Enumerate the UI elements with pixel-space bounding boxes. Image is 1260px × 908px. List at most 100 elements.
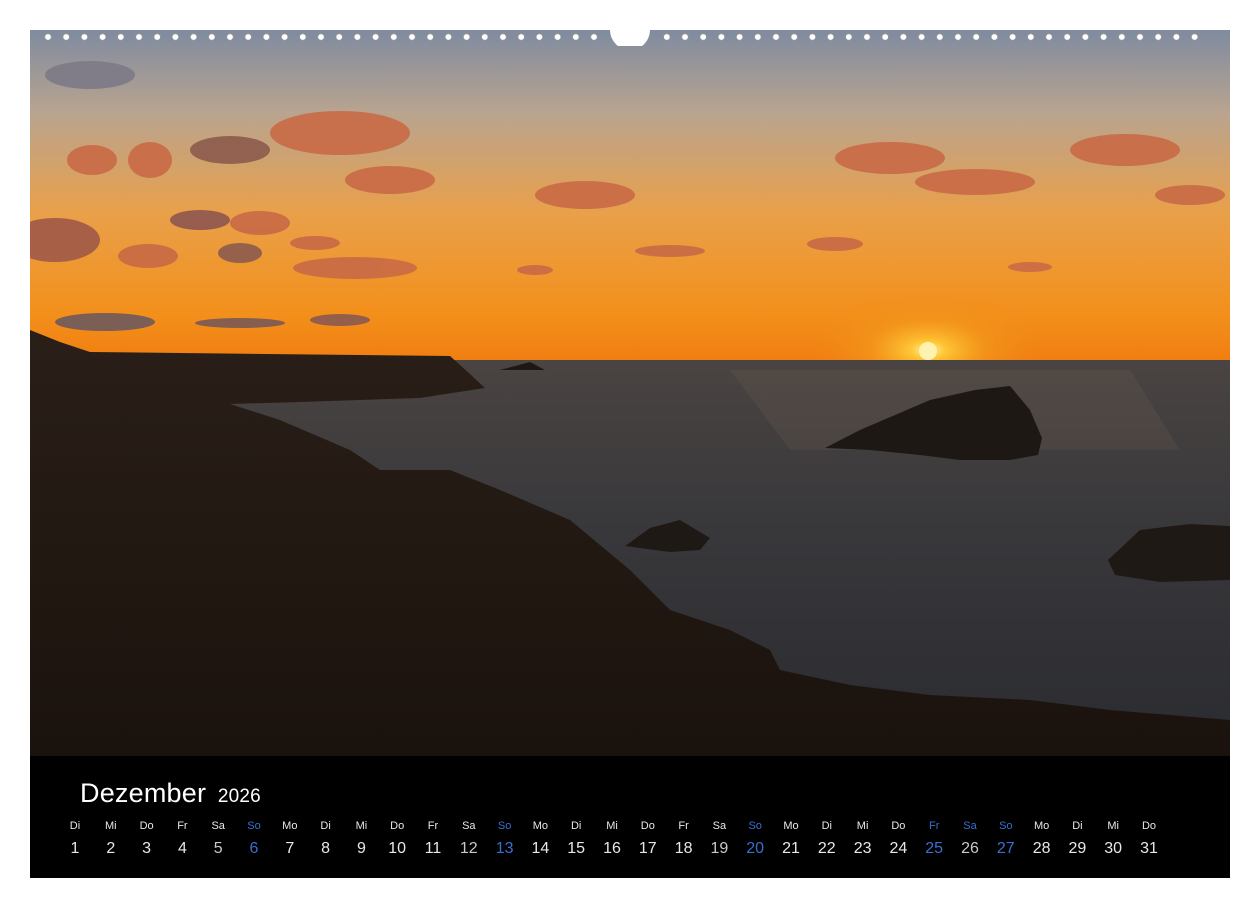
weekday-label: Mo	[1033, 820, 1050, 832]
day-number: 30	[1104, 840, 1123, 857]
binding-hole	[1063, 33, 1071, 41]
day-number: 22	[817, 840, 836, 857]
binding-hole	[281, 33, 289, 41]
day-number: 21	[782, 840, 800, 857]
binding-hole	[990, 33, 998, 41]
day-number: 7	[285, 840, 295, 857]
day-number: 29	[1068, 840, 1087, 857]
weekday-label: Di	[69, 820, 81, 832]
binding-hole	[390, 33, 398, 41]
weekday-label: Di	[320, 820, 331, 832]
binding-hole	[754, 33, 762, 41]
hanger-notch	[610, 30, 650, 46]
binding-hole	[663, 33, 671, 41]
weekday-label: Do	[640, 820, 655, 832]
weekday-label: Mi	[355, 820, 368, 832]
binding-hole	[699, 33, 707, 41]
binding-hole	[335, 33, 343, 41]
binding-hole	[117, 33, 125, 41]
calendar-page	[30, 30, 1230, 878]
weekday-label: Mi	[1107, 820, 1119, 832]
weekday-label: Fr	[678, 820, 689, 832]
weekday-label: Sa	[462, 820, 476, 832]
weekday-label: Di	[570, 820, 582, 832]
binding-hole	[554, 33, 562, 41]
weekday-label: Fr	[177, 820, 188, 832]
day-number: 8	[321, 840, 331, 857]
day-number: 18	[674, 840, 693, 857]
binding-hole	[535, 33, 543, 41]
weekday-label: Sa	[712, 820, 727, 832]
binding-hole	[590, 33, 598, 41]
weekday-label: Do	[139, 820, 154, 832]
binding-hole	[790, 33, 798, 41]
day-number: 10	[388, 840, 407, 857]
weekday-label: Mo	[532, 820, 549, 832]
binding-hole	[1172, 33, 1180, 41]
binding-hole	[845, 33, 853, 41]
day-number: 31	[1140, 840, 1158, 857]
binding-hole	[517, 33, 525, 41]
weekday-label: Mo	[282, 820, 298, 832]
day-number: 25	[925, 840, 944, 857]
weekday-label: Mi	[104, 820, 117, 832]
binding-hole	[444, 33, 452, 41]
binding-hole	[171, 33, 179, 41]
weekday-label: So	[748, 820, 762, 832]
binding-hole	[44, 33, 52, 41]
day-number: 13	[495, 840, 514, 857]
binding-hole	[736, 33, 744, 41]
binding-hole	[1191, 33, 1199, 41]
day-number: 17	[638, 840, 657, 857]
day-number: 12	[459, 840, 478, 857]
binding-hole	[717, 33, 725, 41]
day-number: 20	[746, 840, 765, 857]
binding-hole	[899, 33, 907, 41]
binding-hole	[372, 33, 380, 41]
weekday-label: Do	[1141, 820, 1157, 832]
binding-hole	[681, 33, 689, 41]
weekday-label: Mi	[856, 820, 869, 832]
binding-hole	[772, 33, 780, 41]
binding-hole	[1009, 33, 1017, 41]
binding-hole	[426, 33, 434, 41]
binding-hole	[208, 33, 216, 41]
calendar-strip: Dezember 2026 Di 1 Mi 2 Do 3 Fr 4 Sa 5 So 6 Mo 7 Di 8 Mi…	[30, 756, 1230, 878]
month-name: Dezember	[80, 778, 207, 808]
weekday-label: Di	[1072, 820, 1083, 832]
weekday-label: Fr	[427, 820, 439, 832]
weekday-label: Mi	[606, 820, 618, 832]
binding-hole	[481, 33, 489, 41]
binding-hole	[153, 33, 161, 41]
binding-hole	[1154, 33, 1162, 41]
binding-hole	[80, 33, 88, 41]
day-number: 27	[996, 840, 1015, 857]
day-number: 6	[249, 840, 259, 857]
day-number: 9	[356, 840, 366, 857]
binding-hole	[1118, 33, 1126, 41]
binding-hole	[936, 33, 944, 41]
sun-icon	[919, 342, 937, 360]
day-number: 2	[106, 840, 116, 857]
day-number: 4	[177, 840, 187, 857]
binding-hole	[1081, 33, 1089, 41]
binding-hole	[1100, 33, 1108, 41]
binding-hole	[1045, 33, 1053, 41]
day-number: 15	[567, 840, 586, 857]
binding-hole	[62, 33, 70, 41]
day-number: 26	[961, 840, 979, 857]
weekday-label: Mo	[783, 820, 799, 832]
binding-hole	[317, 33, 325, 41]
binding-hole	[226, 33, 234, 41]
binding-hole	[1136, 33, 1144, 41]
binding-hole	[262, 33, 270, 41]
day-number: 24	[889, 840, 908, 857]
binding-hole	[1027, 33, 1035, 41]
weekday-label: Do	[891, 820, 906, 832]
year: 2026	[217, 786, 261, 807]
weekday-label: Sa	[963, 820, 977, 832]
weekday-label: Di	[821, 820, 832, 832]
day-number: 19	[710, 840, 729, 857]
binding-hole	[244, 33, 252, 41]
binding-hole	[827, 33, 835, 41]
